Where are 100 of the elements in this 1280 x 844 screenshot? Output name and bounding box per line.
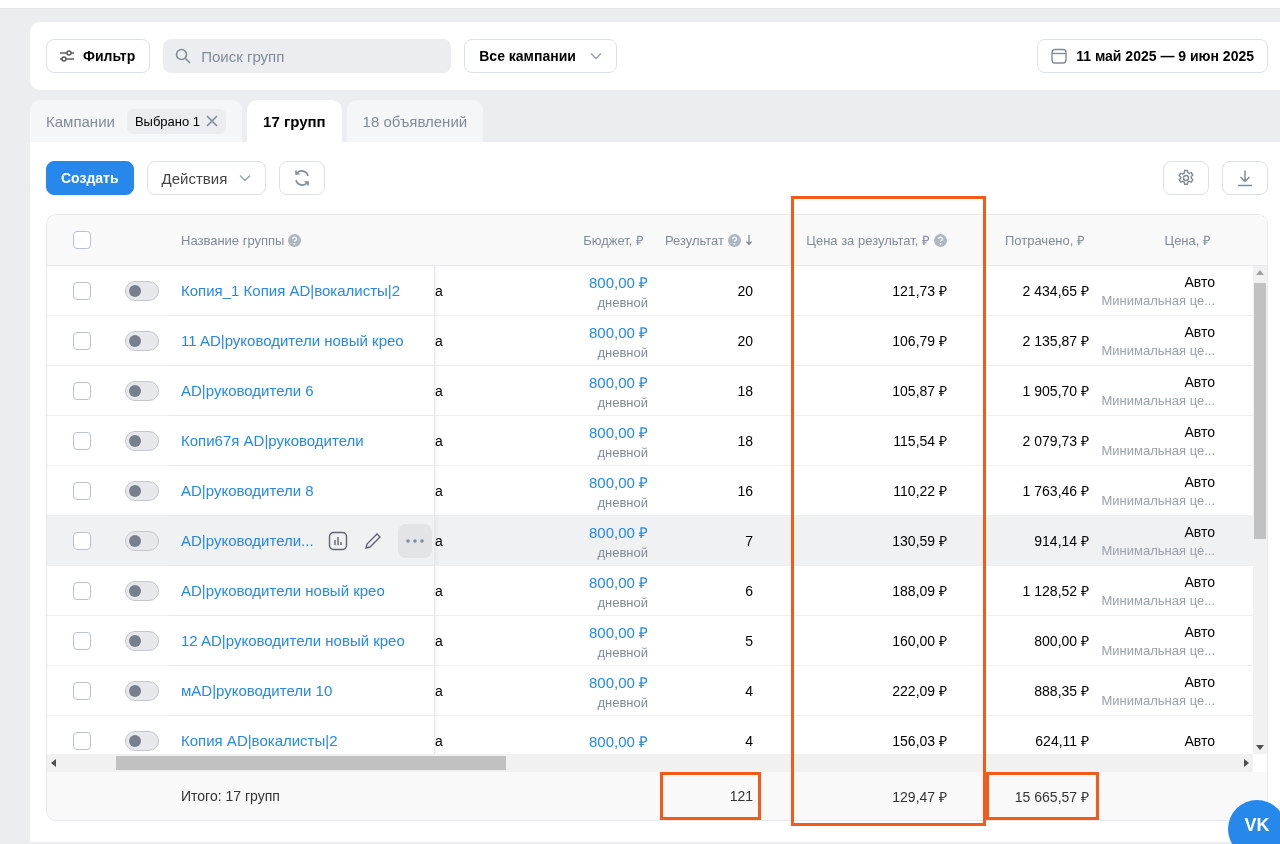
group-name-link[interactable]: Копия AD|вокалисты|2: [181, 732, 338, 749]
tab-label[interactable]: 18 объявлений: [362, 112, 468, 130]
table-cell: 20: [737, 282, 753, 299]
table-cell: 16: [737, 482, 753, 499]
tab[interactable]: 18 объявлений: [346, 100, 484, 142]
help-icon[interactable]: [934, 233, 947, 247]
row-checkbox[interactable]: [73, 531, 91, 550]
budget-link[interactable]: 800,00 ₽: [588, 621, 648, 642]
table-cell: Авто: [1184, 523, 1215, 540]
scroll-down-icon[interactable]: [1256, 745, 1264, 750]
column-header[interactable]: Название группы: [181, 232, 285, 248]
budget-link[interactable]: 800,00 ₽: [588, 471, 648, 492]
row-checkbox[interactable]: [73, 281, 91, 300]
tab-label[interactable]: Кампании: [46, 112, 115, 130]
budget-period: дневной: [597, 544, 648, 560]
column-header[interactable]: Бюджет, ₽: [583, 231, 644, 249]
row-checkbox[interactable]: [73, 581, 91, 600]
status-toggle[interactable]: [125, 280, 159, 301]
search-input[interactable]: Поиск групп: [199, 46, 440, 66]
budget-link[interactable]: 800,00 ₽: [588, 521, 648, 542]
status-toggle[interactable]: [125, 430, 159, 451]
group-name-link[interactable]: 11 AD|руководители новый крео: [181, 332, 404, 349]
group-name-link[interactable]: AD|руководители 8: [181, 482, 314, 499]
row-checkbox[interactable]: [73, 331, 91, 350]
status-toggle[interactable]: [125, 730, 159, 751]
table-cell: 7: [745, 532, 753, 549]
table-cell-text: 800,00 ₽: [1034, 632, 1089, 650]
refresh-button[interactable]: [279, 161, 326, 195]
budget-link[interactable]: 800,00 ₽: [588, 371, 648, 392]
price-note: Минимальная це...: [1101, 442, 1215, 458]
close-icon[interactable]: [206, 115, 219, 127]
column-header[interactable]: Результат: [664, 232, 724, 248]
status-toggle[interactable]: [125, 330, 159, 351]
budget-link[interactable]: 800,00 ₽: [588, 421, 648, 442]
scroll-right-icon[interactable]: [1244, 759, 1249, 767]
more-button[interactable]: [397, 523, 432, 558]
row-checkbox[interactable]: [73, 731, 91, 750]
table-cell: Авто: [1184, 423, 1215, 440]
table-cell: а: [435, 532, 443, 549]
group-name-link[interactable]: мAD|руководители 10: [181, 682, 333, 699]
settings-icon: [1177, 169, 1195, 187]
table-cell: Авто: [1184, 673, 1215, 690]
budget-link[interactable]: 800,00 ₽: [588, 321, 648, 342]
date-range-button[interactable]: 11 май 2025 — 9 июн 2025: [1037, 39, 1268, 73]
more-icon: [405, 538, 424, 543]
status-toggle[interactable]: [125, 530, 159, 551]
budget-link[interactable]: 800,00 ₽: [588, 271, 648, 292]
status-toggle[interactable]: [125, 680, 159, 701]
row-checkbox[interactable]: [73, 431, 91, 450]
budget-link[interactable]: 800,00 ₽: [588, 571, 648, 592]
download-button[interactable]: [1222, 161, 1268, 195]
group-name-link[interactable]: Копия_1 Копия AD|вокалисты|2: [181, 282, 401, 299]
price-note: Минимальная це...: [1101, 492, 1215, 508]
group-name-link[interactable]: 12 AD|руководители новый крео: [181, 632, 405, 649]
settings-button[interactable]: [1163, 161, 1209, 195]
budget-period: дневной: [597, 594, 648, 610]
table-cell: а: [435, 382, 443, 399]
row-checkbox[interactable]: [73, 381, 91, 400]
select-all-checkbox[interactable]: [73, 231, 91, 249]
status-toggle[interactable]: [125, 380, 159, 401]
table-cell-text: 130,59 ₽: [892, 532, 947, 550]
column-header[interactable]: Цена за результат, ₽: [806, 231, 930, 249]
tab[interactable]: Кампании Выбрано 1: [30, 100, 243, 142]
column-header[interactable]: Цена, ₽: [1164, 231, 1211, 249]
actions-dropdown[interactable]: Действия: [146, 161, 267, 195]
row-checkbox[interactable]: [73, 681, 91, 700]
horizontal-scrollbar[interactable]: [47, 754, 1253, 772]
row-checkbox[interactable]: [73, 481, 91, 500]
table-cell: Авто: [1184, 373, 1215, 390]
sort-down-icon[interactable]: [745, 234, 753, 246]
budget-link[interactable]: 800,00 ₽: [588, 730, 648, 751]
tab-label[interactable]: 17 групп: [263, 112, 326, 130]
budget-period: дневной: [597, 444, 648, 460]
bar-chart-icon[interactable]: [327, 530, 348, 551]
scroll-up-icon[interactable]: [1256, 270, 1264, 275]
tab[interactable]: 17 групп: [247, 100, 342, 142]
calendar-icon: [1050, 47, 1069, 65]
filter-button[interactable]: Фильтр: [46, 39, 151, 73]
status-toggle[interactable]: [125, 580, 159, 601]
table-cell: 4: [745, 732, 753, 749]
group-name-link[interactable]: AD|руководители...: [181, 532, 314, 549]
table-cell-text: 110,22 ₽: [893, 482, 947, 500]
vertical-scrollbar[interactable]: [1253, 266, 1267, 754]
search-field[interactable]: Поиск групп: [163, 39, 452, 73]
help-icon[interactable]: [728, 233, 741, 247]
table-cell-text: 888,35 ₽: [1034, 682, 1089, 700]
budget-link[interactable]: 800,00 ₽: [588, 671, 648, 692]
scroll-left-icon[interactable]: [51, 759, 56, 767]
help-icon[interactable]: [288, 233, 302, 247]
table-cell: Авто: [1184, 273, 1215, 290]
group-name-link[interactable]: AD|руководители новый крео: [181, 582, 385, 599]
row-checkbox[interactable]: [73, 631, 91, 650]
budget-period: дневной: [597, 344, 648, 360]
create-button[interactable]: Создать: [46, 161, 134, 195]
group-name-link[interactable]: Копи67я AD|руководители: [181, 432, 364, 449]
status-toggle[interactable]: [125, 630, 159, 651]
group-name-link[interactable]: AD|руководители 6: [181, 382, 314, 399]
campaign-select[interactable]: Все кампании: [464, 39, 617, 73]
column-header[interactable]: Потрачено, ₽: [1004, 231, 1085, 249]
status-toggle[interactable]: [125, 480, 159, 501]
